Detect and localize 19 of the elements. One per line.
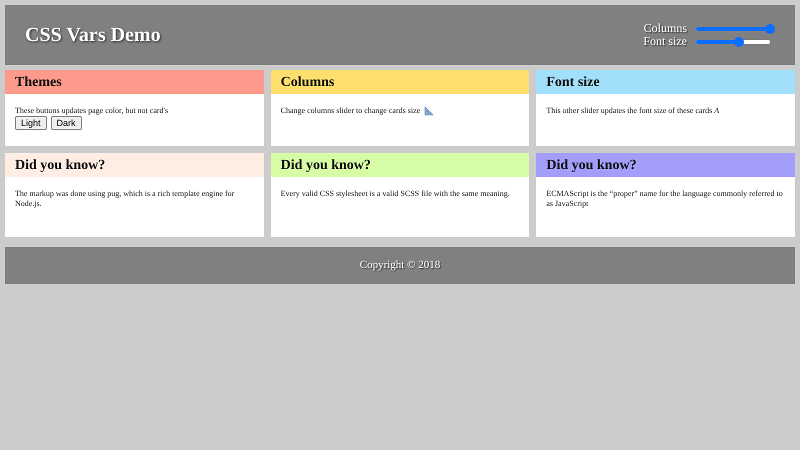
card-text: These buttons updates page color, but not card's [15, 106, 168, 116]
card-title: Did you know? [270, 153, 530, 177]
card-text: Change columns slider to change cards size [280, 106, 420, 116]
card-title: Themes [5, 70, 264, 94]
card-title: Did you know? [536, 153, 795, 177]
card-title: Font size [536, 70, 795, 94]
card-title: Columns [270, 70, 530, 94]
page-title: CSS Vars Demo [25, 23, 161, 47]
theme-button[interactable]: Light [15, 116, 47, 130]
card-text: This other slider updates the font size of these cards A [546, 106, 720, 116]
triangle-ruler-icon [424, 106, 434, 116]
slider-label: Columns [644, 22, 687, 35]
card-text: ECMAScript is the “proper” name for the language commonly referred to as JavaScript [546, 189, 784, 208]
theme-button[interactable]: Dark [50, 116, 82, 130]
slider-label: Font size [643, 35, 687, 48]
copyright-text: Copyright © 2018 [360, 258, 440, 274]
card-title: Did you know? [5, 153, 264, 177]
card-text: Every valid CSS stylesheet is a valid SCSS file with the same meaning. [280, 189, 510, 199]
card-text: The markup was done using pug, which is a rich template engine for Node.js. [15, 189, 236, 208]
